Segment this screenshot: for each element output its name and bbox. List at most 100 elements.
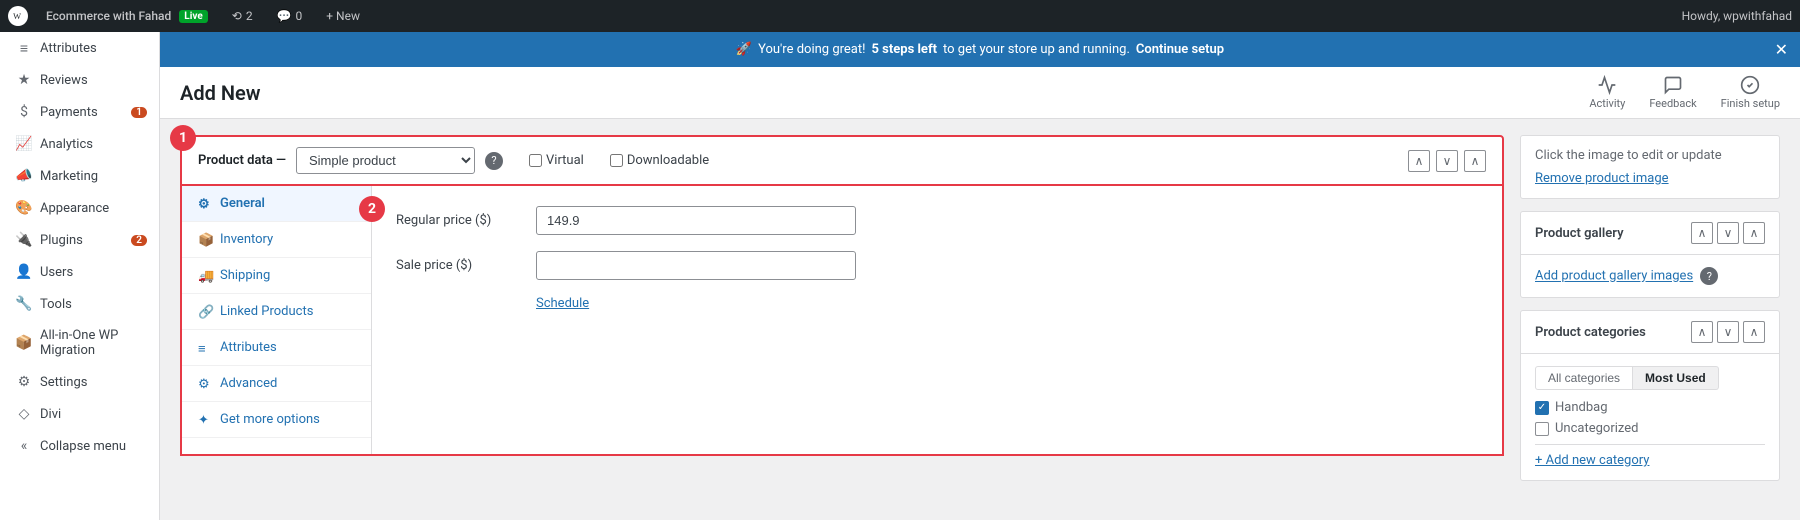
sidebar: ≡ Attributes ★ Reviews $ Payments 1 📈 An… bbox=[0, 32, 160, 520]
comments-button[interactable]: 💬 0 bbox=[271, 0, 309, 32]
tools-icon: 🔧 bbox=[16, 296, 32, 312]
categories-toggle-button[interactable]: ∧ bbox=[1743, 321, 1765, 343]
regular-price-label: Regular price ($) bbox=[396, 213, 536, 228]
header-arrow-controls: ∧ ∨ ∧ bbox=[1408, 150, 1486, 172]
sub-nav-attributes[interactable]: ≡ Attributes bbox=[182, 330, 371, 366]
collapse-up-button[interactable]: ∧ bbox=[1408, 150, 1430, 172]
categories-divider bbox=[1535, 444, 1765, 445]
analytics-icon: 📈 bbox=[16, 136, 32, 152]
sidebar-item-analytics[interactable]: 📈 Analytics bbox=[0, 128, 159, 160]
payments-badge: 1 bbox=[131, 107, 147, 118]
shipping-icon: 🚚 bbox=[198, 269, 212, 283]
product-categories-header: Product categories ∧ ∨ ∧ bbox=[1521, 311, 1779, 354]
sidebar-item-appearance[interactable]: 🎨 Appearance bbox=[0, 192, 159, 224]
add-new-category-link[interactable]: + Add new category bbox=[1535, 453, 1649, 468]
revisions-button[interactable]: ⟲ 2 bbox=[226, 0, 259, 32]
sidebar-item-settings[interactable]: ⚙ Settings bbox=[0, 366, 159, 398]
all-categories-tab[interactable]: All categories bbox=[1535, 366, 1633, 390]
feedback-button[interactable]: Feedback bbox=[1649, 75, 1696, 110]
sidebar-item-reviews[interactable]: ★ Reviews bbox=[0, 64, 159, 96]
gallery-up-button[interactable]: ∧ bbox=[1691, 222, 1713, 244]
gallery-down-button[interactable]: ∨ bbox=[1717, 222, 1739, 244]
sidebar-item-users[interactable]: 👤 Users bbox=[0, 256, 159, 288]
sidebar-item-tools[interactable]: 🔧 Tools bbox=[0, 288, 159, 320]
sale-price-row: Sale price ($) bbox=[396, 251, 1478, 280]
category-tabs: All categories Most Used bbox=[1535, 366, 1765, 390]
inventory-icon: 📦 bbox=[198, 233, 212, 247]
all-in-one-icon: 📦 bbox=[16, 335, 32, 351]
settings-icon: ⚙ bbox=[16, 374, 32, 390]
sidebar-item-divi[interactable]: ◇ Divi bbox=[0, 398, 159, 430]
collapse-down-button[interactable]: ∨ bbox=[1436, 150, 1458, 172]
page-topbar: Add New Activity Feedback Finish setup bbox=[160, 67, 1800, 119]
plugins-badge: 2 bbox=[131, 235, 147, 246]
regular-price-input[interactable] bbox=[536, 206, 856, 235]
schedule-row: Schedule bbox=[396, 296, 1478, 311]
new-button[interactable]: + New bbox=[320, 0, 366, 32]
sale-price-input[interactable] bbox=[536, 251, 856, 280]
regular-price-row: Regular price ($) bbox=[396, 206, 1478, 235]
appearance-icon: 🎨 bbox=[16, 200, 32, 216]
handbag-checkbox[interactable]: ✓ bbox=[1535, 401, 1549, 415]
feedback-icon bbox=[1663, 75, 1683, 95]
product-type-select[interactable]: Simple product Variable product Grouped … bbox=[296, 147, 475, 174]
help-icon[interactable]: ? bbox=[485, 152, 503, 170]
attributes-icon: ≡ bbox=[16, 40, 32, 56]
categories-header-actions: ∧ ∨ ∧ bbox=[1691, 321, 1765, 343]
sub-nav-general[interactable]: ⚙ General bbox=[182, 186, 371, 222]
sub-nav-shipping[interactable]: 🚚 Shipping bbox=[182, 258, 371, 294]
plugins-icon: 🔌 bbox=[16, 232, 32, 248]
advanced-icon: ⚙ bbox=[198, 377, 212, 391]
downloadable-checkbox-label[interactable]: Downloadable bbox=[610, 153, 709, 168]
categories-up-button[interactable]: ∧ bbox=[1691, 321, 1713, 343]
schedule-link[interactable]: Schedule bbox=[536, 296, 589, 311]
gallery-toggle-button[interactable]: ∧ bbox=[1743, 222, 1765, 244]
attributes-sub-icon: ≡ bbox=[198, 341, 212, 355]
sidebar-item-all-in-one[interactable]: 📦 All-in-One WP Migration bbox=[0, 320, 159, 366]
wp-logo[interactable]: W bbox=[8, 6, 28, 26]
sidebar-item-plugins[interactable]: 🔌 Plugins 2 bbox=[0, 224, 159, 256]
remove-product-image-link[interactable]: Remove product image bbox=[1535, 171, 1669, 186]
sub-nav-linked-products[interactable]: 🔗 Linked Products bbox=[182, 294, 371, 330]
step-badge-2: 2 bbox=[359, 196, 385, 222]
product-data-header: 1 Product data — Simple product Variable… bbox=[180, 135, 1504, 186]
product-sub-nav: ⚙ General 📦 Inventory 🚚 Shipping 🔗 bbox=[182, 186, 372, 454]
topbar-actions: Activity Feedback Finish setup bbox=[1589, 75, 1780, 110]
downloadable-checkbox[interactable] bbox=[610, 154, 623, 167]
most-used-tab[interactable]: Most Used bbox=[1633, 366, 1719, 390]
sub-nav-get-more[interactable]: ✦ Get more options bbox=[182, 402, 371, 438]
marketing-icon: 📣 bbox=[16, 168, 32, 184]
virtual-checkbox[interactable] bbox=[529, 154, 542, 167]
banner-close-button[interactable]: ✕ bbox=[1775, 40, 1788, 59]
step-badge-1: 1 bbox=[170, 125, 196, 151]
gallery-header-actions: ∧ ∨ ∧ bbox=[1691, 222, 1765, 244]
activity-button[interactable]: Activity bbox=[1589, 75, 1625, 110]
category-handbag: ✓ Handbag bbox=[1535, 400, 1765, 415]
product-image-body: Click the image to edit or update Remove… bbox=[1521, 136, 1779, 198]
product-data-label: Product data — bbox=[198, 153, 286, 168]
uncategorized-checkbox[interactable] bbox=[1535, 422, 1549, 436]
continue-setup-link[interactable]: Continue setup bbox=[1136, 42, 1224, 57]
finish-setup-button[interactable]: Finish setup bbox=[1721, 75, 1780, 110]
add-gallery-images-link[interactable]: Add product gallery images bbox=[1535, 269, 1693, 284]
gallery-help-icon[interactable]: ? bbox=[1700, 267, 1718, 285]
sidebar-item-marketing[interactable]: 📣 Marketing bbox=[0, 160, 159, 192]
get-more-icon: ✦ bbox=[198, 413, 212, 427]
sub-nav-inventory[interactable]: 📦 Inventory bbox=[182, 222, 371, 258]
sub-nav-advanced[interactable]: ⚙ Advanced bbox=[182, 366, 371, 402]
product-gallery-body: Add product gallery images ? bbox=[1521, 255, 1779, 297]
product-gallery-header: Product gallery ∧ ∨ ∧ bbox=[1521, 212, 1779, 255]
sidebar-item-payments[interactable]: $ Payments 1 bbox=[0, 96, 159, 128]
user-greeting: Howdy, wpwithfahad bbox=[1682, 9, 1792, 23]
collapse-icon: « bbox=[16, 438, 32, 454]
linked-products-icon: 🔗 bbox=[198, 305, 212, 319]
sidebar-item-attributes[interactable]: ≡ Attributes bbox=[0, 32, 159, 64]
site-name[interactable]: Ecommerce with Fahad Live bbox=[40, 0, 214, 32]
categories-down-button[interactable]: ∨ bbox=[1717, 321, 1739, 343]
product-image-panel: Click the image to edit or update Remove… bbox=[1520, 135, 1780, 199]
sidebar-item-collapse[interactable]: « Collapse menu bbox=[0, 430, 159, 462]
virtual-checkbox-label[interactable]: Virtual bbox=[529, 153, 584, 168]
divi-icon: ◇ bbox=[16, 406, 32, 422]
toggle-button[interactable]: ∧ bbox=[1464, 150, 1486, 172]
admin-bar: W Ecommerce with Fahad Live ⟲ 2 💬 0 + Ne… bbox=[0, 0, 1800, 32]
